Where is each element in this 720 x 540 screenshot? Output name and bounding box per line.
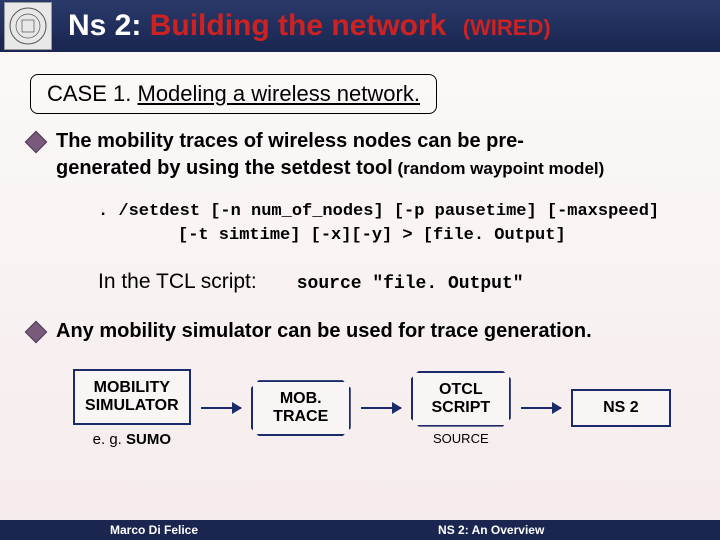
slide-header: Ns 2: Building the network (WIRED) (0, 0, 720, 52)
arrow-icon (201, 407, 241, 409)
tcl-script-row: In the TCL script: source "file. Output" (98, 270, 692, 294)
bullet-1-line2-small: (random waypoint model) (393, 159, 605, 178)
box-mob-trace: MOB. TRACE (251, 380, 351, 436)
university-seal-logo (4, 2, 52, 50)
eg-sumo: e. g. SUMO (93, 431, 171, 448)
case-text: Modeling a wireless network. (138, 81, 420, 106)
code-line-1: . /setdest [-n num_of_nodes] [-p pauseti… (98, 200, 692, 224)
title-wired: (WIRED) (463, 15, 551, 40)
diamond-bullet-icon (25, 131, 48, 154)
setdest-command: . /setdest [-n num_of_nodes] [-p pauseti… (98, 200, 692, 248)
diamond-bullet-icon (25, 320, 48, 343)
bullet-2: Any mobility simulator can be used for t… (28, 318, 692, 345)
case-box: CASE 1. Modeling a wireless network. (30, 74, 437, 114)
box-mobility-simulator: MOBILITY SIMULATOR (73, 369, 191, 425)
flow-col-3: OTCL SCRIPT SOURCE (411, 371, 511, 446)
bullet-1-text: The mobility traces of wireless nodes ca… (56, 128, 604, 182)
box-ns2: NS 2 (571, 389, 671, 427)
arrow-icon (521, 407, 561, 409)
bullet-2-text: Any mobility simulator can be used for t… (56, 318, 592, 345)
slide-title: Ns 2: Building the network (WIRED) (68, 9, 551, 43)
bullet-1: The mobility traces of wireless nodes ca… (28, 128, 692, 182)
slide-footer: Marco Di Felice NS 2: An Overview (0, 520, 720, 540)
case-prefix: CASE 1. (47, 81, 131, 106)
flow-diagram: MOBILITY SIMULATOR e. g. SUMO MOB. TRACE… (68, 369, 676, 448)
flow-col-1: MOBILITY SIMULATOR e. g. SUMO (73, 369, 191, 448)
box-otcl-script: OTCL SCRIPT (411, 371, 511, 427)
tcl-code: source "file. Output" (297, 274, 524, 294)
source-label: SOURCE (433, 431, 489, 446)
footer-topic: NS 2: An Overview (438, 523, 544, 537)
title-ns2: Ns 2: (68, 9, 141, 42)
bullet-1-line1: The mobility traces of wireless nodes ca… (56, 130, 524, 152)
arrow-icon (361, 407, 401, 409)
title-main: Building the network (150, 9, 447, 42)
footer-author: Marco Di Felice (110, 523, 198, 537)
bullet-1-line2: generated by using the setdest tool (56, 157, 393, 179)
tcl-label: In the TCL script: (98, 270, 257, 294)
code-line-2: [-t simtime] [-x][-y] > [file. Output] (178, 224, 692, 248)
